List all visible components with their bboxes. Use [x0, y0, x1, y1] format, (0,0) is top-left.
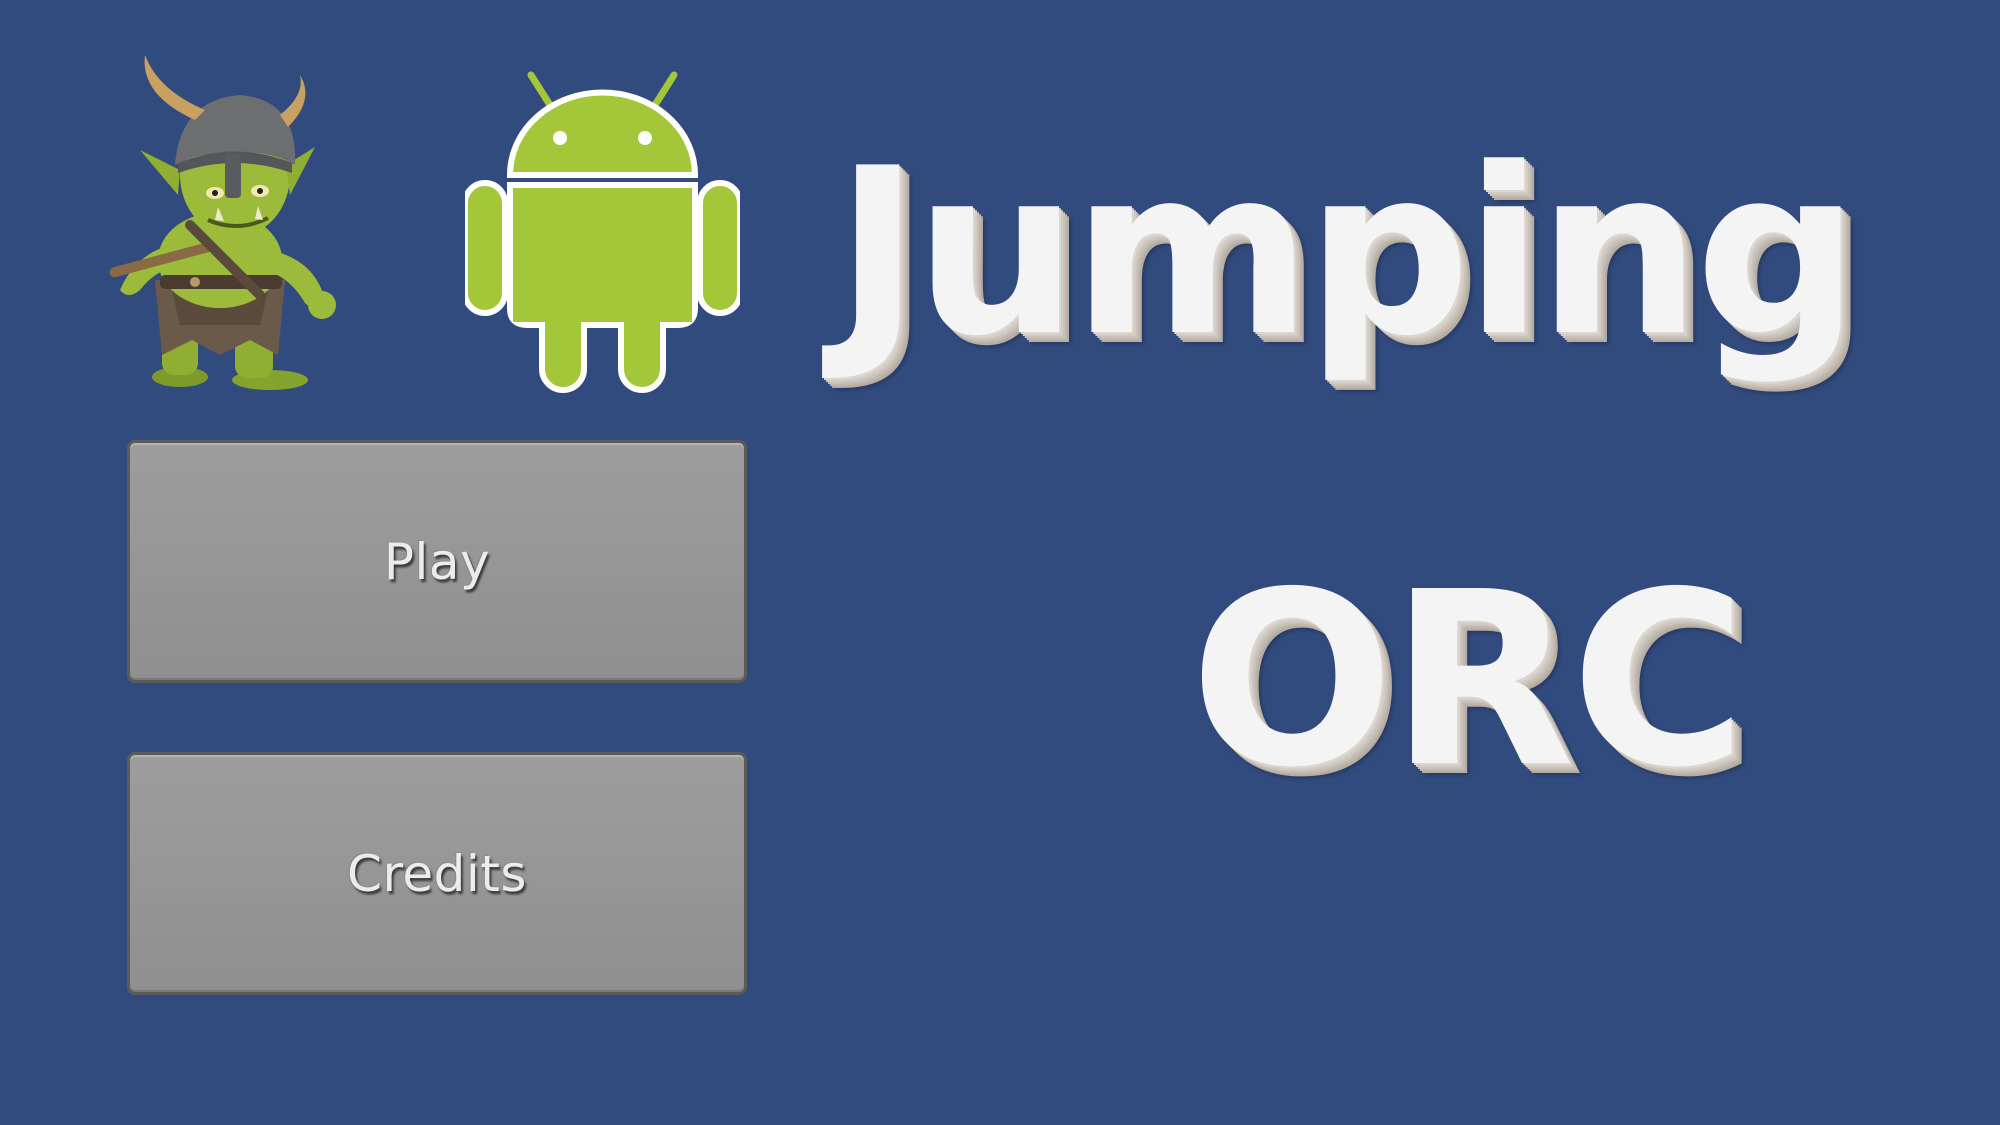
game-title-line2: ORC [1190, 540, 1747, 820]
orc-character-icon [100, 55, 360, 395]
play-button-label: Play [383, 532, 491, 591]
credits-button-label: Credits [347, 844, 527, 903]
main-menu-screen: { "menu": { "buttons": [ {"label": "Play… [0, 0, 2000, 1125]
credits-button[interactable]: Credits [127, 752, 747, 995]
play-button[interactable]: Play [127, 440, 747, 683]
android-logo-icon [462, 70, 743, 395]
game-title-line1: Jumping [835, 120, 1860, 387]
